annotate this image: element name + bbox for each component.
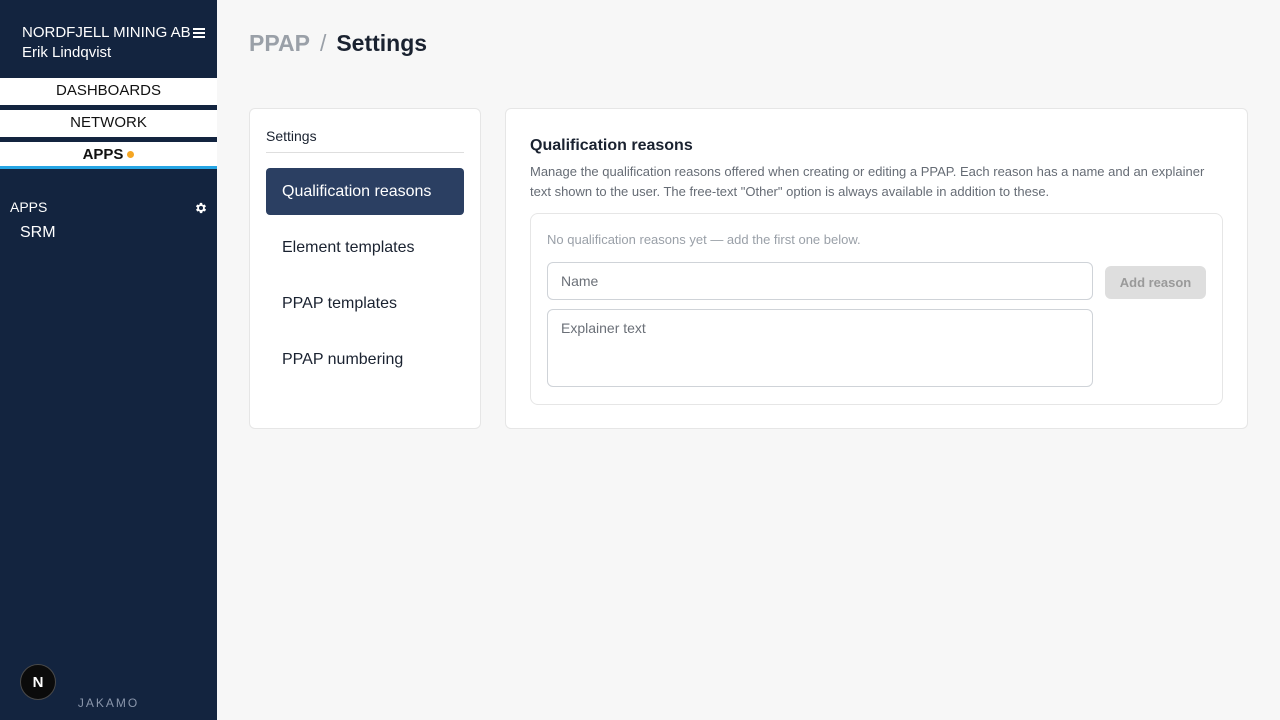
apps-section-header: APPS (10, 199, 208, 215)
explainer-text-input[interactable] (547, 309, 1093, 387)
gear-icon[interactable] (194, 201, 208, 215)
tab-apps[interactable]: APPS (0, 142, 217, 169)
settings-item-ppap-numbering[interactable]: PPAP numbering (266, 336, 464, 383)
org-name: NORDFJELL MINING AB (22, 24, 191, 41)
qualification-reasons-panel: Qualification reasons Manage the qualifi… (505, 108, 1248, 429)
apps-header-label: APPS (10, 199, 48, 215)
tab-label: DASHBOARDS (55, 82, 162, 99)
notification-dot (127, 150, 135, 158)
breadcrumb-parent-link[interactable]: PPAP (249, 30, 310, 56)
section-title: Qualification reasons (530, 137, 693, 154)
brand-label: JAKAMO (77, 696, 140, 710)
breadcrumb-separator: / (319, 30, 327, 56)
tab-network[interactable]: NETWORK (0, 110, 217, 137)
empty-state-text: No qualification reasons yet — add the f… (547, 232, 861, 247)
tab-label: NETWORK (70, 114, 147, 131)
settings-nav-title: Settings (266, 128, 464, 153)
name-input[interactable] (547, 262, 1093, 300)
sidebar-item-srm[interactable]: SRM (20, 224, 56, 242)
section-description: Manage the qualification reasons offered… (530, 164, 1205, 199)
tab-label: APPS (82, 146, 124, 163)
avatar[interactable]: N (20, 664, 56, 700)
add-reason-button[interactable]: Add reason (1105, 266, 1206, 299)
org-block: NORDFJELL MINING AB Erik Lindqvist (22, 24, 208, 63)
breadcrumb: PPAP / Settings (249, 30, 427, 56)
sidebar: NORDFJELL MINING AB Erik Lindqvist DASHB… (0, 0, 217, 720)
settings-item-element-templates[interactable]: Element templates (266, 224, 464, 271)
user-name: Erik Lindqvist (22, 44, 112, 61)
settings-nav-panel: Settings Qualification reasons Element t… (249, 108, 481, 429)
reason-form-box: No qualification reasons yet — add the f… (530, 213, 1223, 405)
settings-item-qualification-reasons[interactable]: Qualification reasons (266, 168, 464, 215)
page-title: Settings (336, 30, 428, 56)
tab-dashboards[interactable]: DASHBOARDS (0, 78, 217, 105)
settings-item-ppap-templates[interactable]: PPAP templates (266, 280, 464, 327)
hamburger-menu-icon[interactable] (193, 26, 205, 40)
